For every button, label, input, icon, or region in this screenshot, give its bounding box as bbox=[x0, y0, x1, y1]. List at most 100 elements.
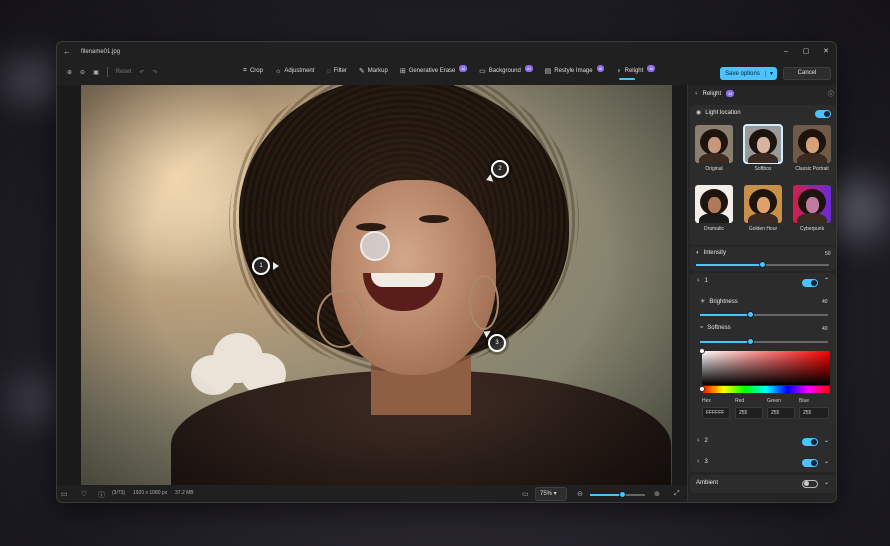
zoom-slider-thumb[interactable] bbox=[619, 491, 626, 498]
tab-generative-erase[interactable]: ⊞ Generative Erase AI bbox=[400, 64, 468, 75]
ambient-header: Ambient bbox=[696, 480, 718, 486]
save-options-label: Save options bbox=[725, 70, 760, 77]
undo-icon[interactable]: ↶ bbox=[139, 69, 144, 76]
light-3-toggle[interactable] bbox=[802, 459, 818, 467]
light-1-toggle[interactable] bbox=[802, 279, 818, 287]
brightness-value: 40 bbox=[822, 299, 828, 305]
zoom-in-icon[interactable]: ⊕ bbox=[654, 490, 660, 498]
reset-button[interactable]: Reset bbox=[116, 69, 132, 75]
tab-restyle-image[interactable]: ▤ Restyle Image AI bbox=[545, 64, 605, 75]
preset-thumbnail bbox=[743, 124, 783, 164]
bulb-icon: ♀ bbox=[696, 459, 701, 465]
image-resolution: 1920 x 1080 px bbox=[133, 490, 168, 496]
light-pin-1[interactable]: 1 bbox=[252, 257, 270, 275]
chevron-down-icon[interactable]: ▼ bbox=[765, 70, 777, 77]
fullscreen-icon[interactable]: ⤢ bbox=[674, 490, 680, 498]
light-pin-2[interactable]: 2 bbox=[491, 160, 509, 178]
light-pin-3[interactable]: 3 bbox=[488, 334, 506, 352]
preset-original[interactable]: Original bbox=[695, 125, 733, 172]
color-picker-area[interactable] bbox=[702, 351, 830, 385]
photo-portrait[interactable]: 1 2 3 bbox=[81, 85, 672, 485]
preset-softbox[interactable]: Softbox bbox=[743, 124, 783, 172]
chevron-up-icon[interactable]: ⌃ bbox=[824, 277, 829, 284]
red-input[interactable]: 255 bbox=[735, 407, 763, 419]
chevron-down-icon[interactable]: ⌄ bbox=[824, 437, 829, 444]
preset-golden-hour[interactable]: Golden Hour bbox=[744, 185, 782, 232]
info-icon[interactable]: ⓘ bbox=[828, 89, 834, 98]
filmstrip-icon[interactable]: ▭ bbox=[61, 490, 68, 498]
zoom-in-icon[interactable]: ⊕ bbox=[67, 69, 72, 76]
blue-input[interactable]: 255 bbox=[799, 407, 829, 419]
preset-classic-portrait[interactable]: Classic Portrait bbox=[793, 125, 831, 172]
panel-title: Relight bbox=[702, 90, 722, 97]
zoom-slider[interactable] bbox=[590, 491, 645, 498]
tab-label: Crop bbox=[249, 68, 263, 74]
softness-slider[interactable] bbox=[700, 338, 828, 345]
save-options-button[interactable]: Save options ▼ bbox=[720, 67, 777, 80]
chevron-down-icon[interactable]: ⌄ bbox=[824, 479, 829, 486]
tab-adjustment[interactable]: ☼ Adjustment bbox=[275, 68, 314, 75]
light-2-card[interactable]: ♀ 2 ⌄ bbox=[690, 433, 836, 451]
light-2-toggle[interactable] bbox=[802, 438, 818, 446]
brightness-slider[interactable] bbox=[700, 311, 828, 318]
zoom-select[interactable]: 75% ▾ bbox=[535, 487, 567, 501]
light-1-label: 1 bbox=[704, 278, 708, 284]
light-location-card: ◉ Light location Original Softbox Classi… bbox=[690, 105, 836, 245]
tab-background[interactable]: ▭ Background AI bbox=[479, 64, 533, 75]
tab-relight[interactable]: ♀ Relight AI bbox=[616, 64, 656, 80]
tab-crop[interactable]: ⌗ Crop bbox=[243, 67, 263, 75]
maximize-icon[interactable]: ▢ bbox=[796, 42, 816, 61]
hex-input[interactable]: FFFFFF bbox=[702, 407, 730, 419]
slider-thumb[interactable] bbox=[747, 311, 755, 318]
chevron-down-icon[interactable]: ⌄ bbox=[824, 458, 829, 465]
panel-header: ♀ Relight AI ⓘ bbox=[694, 89, 834, 98]
bulb-icon: ♀ bbox=[696, 278, 701, 284]
ambient-toggle[interactable] bbox=[802, 480, 818, 488]
hue-slider-thumb[interactable] bbox=[699, 386, 705, 392]
hue-slider[interactable] bbox=[702, 386, 830, 393]
cancel-button[interactable]: Cancel bbox=[783, 67, 831, 80]
intensity-slider[interactable] bbox=[696, 261, 829, 268]
tab-label: Filter bbox=[333, 68, 347, 74]
adjustment-icon: ☼ bbox=[274, 67, 282, 75]
ambient-card[interactable]: Ambient ⌄ bbox=[690, 475, 836, 493]
blue-label: Blue bbox=[799, 398, 810, 404]
crop-icon: ⌗ bbox=[243, 67, 247, 74]
preset-cyberpunk[interactable]: Cyberpunk bbox=[793, 185, 831, 232]
window-controls: – ▢ ✕ bbox=[776, 42, 836, 61]
tab-filter[interactable]: ◌ Filter bbox=[326, 68, 347, 75]
light-source-handle[interactable] bbox=[360, 231, 390, 261]
slider-fill bbox=[700, 341, 752, 343]
tab-label: Relight bbox=[624, 68, 644, 74]
preset-thumbnail bbox=[744, 185, 782, 223]
preset-dramatic[interactable]: Dramatic bbox=[695, 185, 733, 232]
slider-thumb[interactable] bbox=[747, 338, 755, 345]
redo-icon[interactable]: ↷ bbox=[152, 69, 157, 76]
light-3-card[interactable]: ♀ 3 ⌄ bbox=[690, 454, 836, 472]
fit-icon[interactable]: ▣ bbox=[93, 69, 99, 76]
light-1-header[interactable]: ♀ 1 bbox=[696, 278, 708, 284]
zoom-out-icon[interactable]: ⊖ bbox=[80, 69, 85, 76]
color-picker-handle[interactable] bbox=[699, 348, 705, 354]
intensity-value: 50 bbox=[825, 251, 831, 257]
tool-tabs: ⌗ Crop ☼ Adjustment ◌ Filter ✎ Markup ⊞ Gener… bbox=[243, 64, 656, 80]
zoom-out-icon[interactable]: ⊖ bbox=[577, 490, 583, 498]
relight-panel: ♀ Relight AI ⓘ ◉ Light location Original… bbox=[687, 85, 836, 502]
tab-markup[interactable]: ✎ Markup bbox=[359, 67, 388, 75]
slider-thumb[interactable] bbox=[758, 261, 766, 268]
status-bar: ▭ ♡ ⓘ (3/73) 1920 x 1080 px 37.2 MB ▭ 75… bbox=[57, 485, 687, 502]
tab-label: Generative Erase bbox=[408, 68, 456, 74]
light-location-toggle[interactable] bbox=[815, 110, 831, 118]
aspect-icon[interactable]: ▭ bbox=[522, 490, 529, 498]
ambient-label: Ambient bbox=[696, 480, 719, 486]
light-location-label: Light location bbox=[705, 109, 741, 116]
softness-icon: ≈ bbox=[700, 325, 704, 331]
minimize-icon[interactable]: – bbox=[776, 42, 796, 61]
background-blur-shape bbox=[10, 380, 60, 420]
info-icon[interactable]: ⓘ bbox=[98, 490, 105, 500]
heart-icon[interactable]: ♡ bbox=[81, 490, 87, 498]
close-icon[interactable]: ✕ bbox=[816, 42, 836, 61]
green-input[interactable]: 255 bbox=[767, 407, 795, 419]
background-icon: ▭ bbox=[479, 68, 486, 75]
back-arrow-icon[interactable]: ← bbox=[57, 47, 77, 56]
